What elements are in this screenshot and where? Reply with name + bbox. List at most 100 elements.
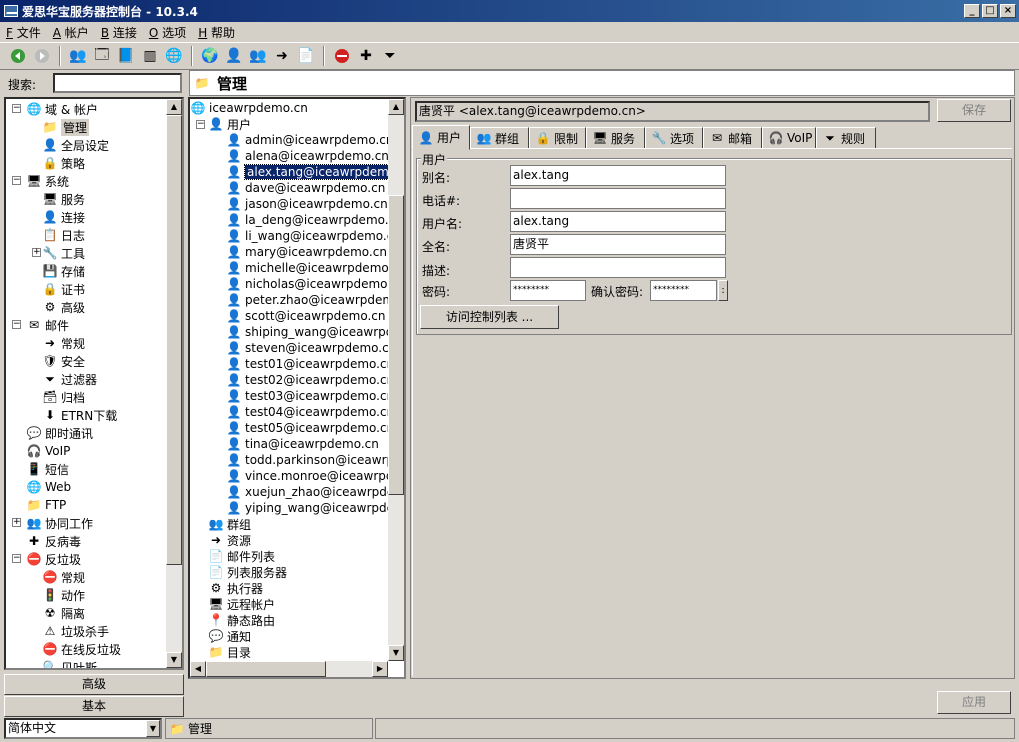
tree-item[interactable]: 📱 短信 xyxy=(26,460,70,478)
stop-icon[interactable] xyxy=(332,46,352,66)
tree-expander[interactable]: − xyxy=(12,104,21,113)
tree-item[interactable]: 👥 协同工作 xyxy=(26,514,94,532)
tree-expander[interactable]: − xyxy=(12,320,21,329)
scroll-down-icon[interactable]: ▼ xyxy=(388,645,404,661)
tree-item[interactable]: 🗃 归档 xyxy=(42,388,85,406)
tree-item[interactable]: 📋 日志 xyxy=(42,226,86,244)
tab-filter[interactable]: ⏷ 规则 xyxy=(816,127,876,149)
tree-item[interactable]: 🌐 Web xyxy=(26,478,72,496)
tree-expander[interactable]: − xyxy=(12,554,21,563)
chevron-down-icon[interactable]: ▼ xyxy=(146,720,160,737)
menu-help[interactable]: H 帮助 xyxy=(198,24,235,41)
scroll-up-icon[interactable]: ▲ xyxy=(166,99,182,115)
scroll-thumb[interactable] xyxy=(206,661,326,677)
forward-icon[interactable] xyxy=(32,46,52,66)
domain-tree[interactable]: 🌐 iceawrpdemo.cn − 👤 用户 👤 admin@iceawrpdemo.cn… xyxy=(188,97,406,679)
tree-item[interactable]: 👤 全局设定 xyxy=(42,136,110,154)
tree-expander[interactable]: − xyxy=(196,120,205,129)
scroll-thumb[interactable] xyxy=(166,115,182,565)
columns-icon[interactable]: ▥ xyxy=(140,46,160,66)
tree-expander[interactable]: − xyxy=(12,176,21,185)
tree-item[interactable]: 🎧 VoIP xyxy=(26,442,71,460)
phone-field[interactable] xyxy=(510,188,726,209)
tree-item[interactable]: 🔧 工具 xyxy=(42,244,86,262)
tree-item[interactable]: 📁 FTP xyxy=(26,496,67,514)
tree-item[interactable]: 🖥 服务 xyxy=(42,190,85,208)
scroll-right-icon[interactable]: ▶ xyxy=(372,661,388,677)
username-field[interactable]: alex.tang xyxy=(510,211,726,232)
tree-item[interactable]: ⛔ 反垃圾 xyxy=(26,550,82,568)
tree-item[interactable]: 👤 yiping_wang@iceawrpdemo.c xyxy=(226,499,404,517)
horizontal-scrollbar[interactable]: ◀ ▶ xyxy=(190,661,388,677)
book-icon[interactable]: 📘 xyxy=(116,46,136,66)
tree-item[interactable]: ⚠ 垃圾杀手 xyxy=(42,622,109,640)
tree-item[interactable]: 💬 即时通讯 xyxy=(26,424,94,442)
search-input[interactable] xyxy=(53,73,182,93)
advanced-button[interactable]: 高级 xyxy=(4,674,184,695)
acl-button[interactable]: 访问控制列表 ... xyxy=(420,305,559,329)
group-icon[interactable]: 👥 xyxy=(248,46,268,66)
tree-item[interactable]: ✚ 反病毒 xyxy=(26,532,81,550)
tab-user[interactable]: 👤 用户 xyxy=(412,125,470,150)
password-more-button[interactable]: : xyxy=(718,280,728,301)
tree-item[interactable]: 📁 目录 xyxy=(208,643,252,661)
tab-lock[interactable]: 🔒 限制 xyxy=(529,127,586,149)
tree-item[interactable]: ⛔ 常规 xyxy=(42,568,86,586)
tree-item[interactable]: 💾 存储 xyxy=(42,262,86,280)
basic-button[interactable]: 基本 xyxy=(4,696,184,717)
tree-expander[interactable]: + xyxy=(12,518,21,527)
scroll-left-icon[interactable]: ◀ xyxy=(190,661,206,677)
tree-item[interactable]: 🔍 贝叶斯 xyxy=(42,658,98,668)
tree-item[interactable]: ☢ 隔离 xyxy=(42,604,85,622)
tab-monitor[interactable]: 🖥 服务 xyxy=(586,127,645,149)
save-button[interactable]: 保存 xyxy=(937,99,1011,122)
globe-icon[interactable]: 🌐 xyxy=(164,46,184,66)
scroll-thumb[interactable] xyxy=(388,195,404,495)
tree-item[interactable]: 🛡 安全 xyxy=(42,352,85,370)
confirm-password-field[interactable]: ******** xyxy=(650,280,717,301)
menu-account[interactable]: A 帐户 xyxy=(53,24,89,41)
apply-button[interactable]: 应用 xyxy=(937,691,1011,714)
alias-field[interactable]: alex.tang xyxy=(510,165,726,186)
tab-mailbox[interactable]: ✉ 邮箱 xyxy=(703,127,762,149)
tree-item[interactable]: ⚙ 高级 xyxy=(42,298,85,316)
filter-icon[interactable]: ⏷ xyxy=(380,46,400,66)
document-icon[interactable]: 📄 xyxy=(296,46,316,66)
tree-item[interactable]: 🔒 策略 xyxy=(42,154,86,172)
tree-item[interactable]: ➜ 常规 xyxy=(42,334,85,352)
tab-group[interactable]: 👥 群组 xyxy=(470,127,529,149)
back-icon[interactable] xyxy=(8,46,28,66)
tree-scrollbar[interactable]: ▲ ▼ xyxy=(388,99,404,661)
tree-item[interactable]: ⛔ 在线反垃圾 xyxy=(42,640,122,658)
tree-item[interactable]: 🌐 域 & 帐户 xyxy=(26,100,98,118)
user-icon[interactable]: 👤 xyxy=(224,46,244,66)
scroll-down-icon[interactable]: ▼ xyxy=(166,652,182,668)
tree-item[interactable]: 📁 管理 xyxy=(42,118,90,136)
close-button[interactable]: × xyxy=(1000,4,1016,18)
tree-item[interactable]: ✉ 邮件 xyxy=(26,316,69,334)
tree-scrollbar[interactable]: ▲ ▼ xyxy=(166,99,182,668)
tree-item[interactable]: 👤 连接 xyxy=(42,208,86,226)
earth-icon[interactable]: 🌍 xyxy=(200,46,220,66)
plugin-icon[interactable]: ✚ xyxy=(356,46,376,66)
fullname-field[interactable]: 唐贤平 xyxy=(510,234,726,255)
tree-item[interactable]: 🚦 动作 xyxy=(42,586,86,604)
tree-item[interactable]: ⏷ 过滤器 xyxy=(42,370,97,388)
menu-file[interactable]: F 文件 xyxy=(6,24,41,41)
arrow-icon[interactable]: ➜ xyxy=(272,46,292,66)
tree-expander[interactable]: + xyxy=(32,248,41,257)
scroll-up-icon[interactable]: ▲ xyxy=(388,99,404,115)
password-field[interactable]: ******** xyxy=(510,280,586,301)
tree-item[interactable]: ⬇ ETRN下载 xyxy=(42,406,117,424)
tab-headset[interactable]: 🎧 VoIP xyxy=(762,127,816,149)
minimize-button[interactable]: _ xyxy=(964,4,980,18)
tree-item[interactable]: 🔒 证书 xyxy=(42,280,86,298)
description-field[interactable] xyxy=(510,257,726,278)
tree-item[interactable]: 🖥 系统 xyxy=(26,172,69,190)
menu-options[interactable]: O 选项 xyxy=(149,24,186,41)
menu-connection[interactable]: B 连接 xyxy=(101,24,137,41)
language-select[interactable]: 简体中文 xyxy=(4,718,162,739)
navigation-tree[interactable]: − 🌐 域 & 帐户 📁 管理 👤 全局设定 🔒 策略 − 🖥 系统 🖥 服务 👤 连接 📋 日志 + 🔧 工具 💾 存储 🔒… xyxy=(4,97,184,670)
tab-tools[interactable]: 🔧 选项 xyxy=(645,127,703,149)
maximize-button[interactable]: □ xyxy=(982,4,998,18)
